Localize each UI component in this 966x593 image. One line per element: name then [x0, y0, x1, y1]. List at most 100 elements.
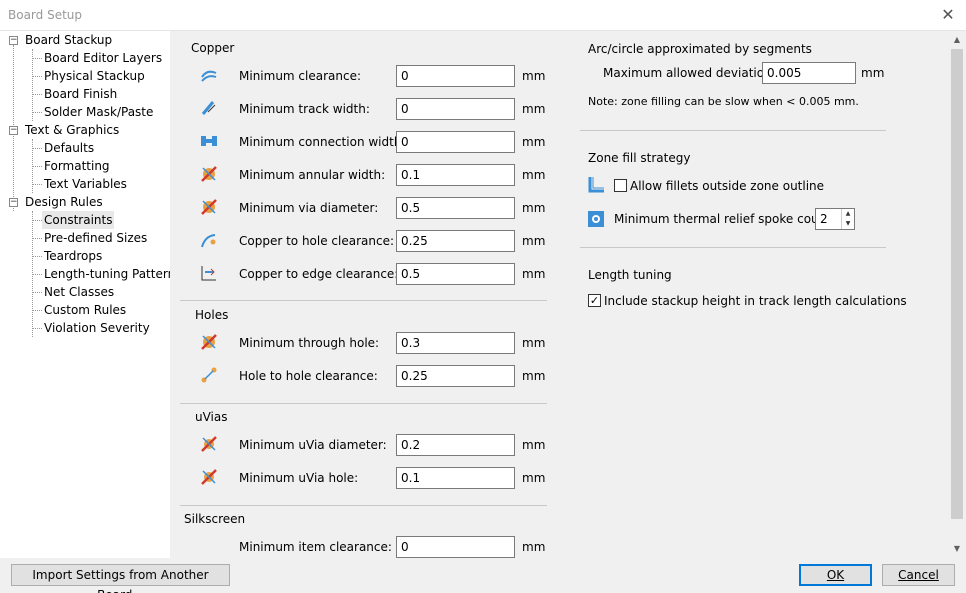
min-annular-width-unit: mm	[522, 168, 546, 182]
min-uvia-hole-unit: mm	[522, 471, 546, 485]
length-section-title: Length tuning	[588, 268, 672, 282]
tree-item-teardrops[interactable]: Teardrops	[44, 247, 102, 265]
uvia-hole-icon	[201, 469, 217, 485]
thermal-relief-icon	[588, 211, 604, 227]
scroll-down-icon[interactable]: ▼	[952, 544, 962, 554]
min-via-diameter-label: Minimum via diameter:	[239, 201, 379, 215]
tree-item-design-rules[interactable]: Design Rules	[25, 193, 103, 211]
holes-section-title: Holes	[195, 308, 229, 322]
tree-item-constraints[interactable]: Constraints	[42, 211, 115, 229]
tree-item-formatting[interactable]: Formatting	[44, 157, 110, 175]
hole-to-hole-unit: mm	[522, 369, 546, 383]
max-deviation-label: Maximum allowed deviation:	[603, 66, 776, 80]
copper-to-edge-input[interactable]: 0.5	[396, 263, 515, 285]
fillet-icon	[588, 177, 604, 193]
spin-up-icon[interactable]: ▲	[842, 209, 854, 219]
section-divider	[580, 247, 886, 248]
min-track-width-input[interactable]: 0	[396, 98, 515, 120]
include-stackup-label: Include stackup height in track length c…	[604, 294, 907, 308]
section-divider	[580, 130, 886, 131]
tree-item-text-variables[interactable]: Text Variables	[44, 175, 127, 193]
min-connection-width-input[interactable]: 0	[396, 131, 515, 153]
copper-to-edge-unit: mm	[522, 267, 546, 281]
min-uvia-diameter-input[interactable]: 0.2	[396, 434, 515, 456]
copper-to-hole-input[interactable]: 0.25	[396, 230, 515, 252]
tree-item-physical-stackup[interactable]: Physical Stackup	[44, 67, 145, 85]
annular-width-icon	[201, 166, 217, 182]
tree-item-board-stackup[interactable]: Board Stackup	[25, 31, 112, 49]
uvia-diameter-icon	[201, 436, 217, 452]
window-title: Board Setup	[8, 8, 83, 22]
via-diameter-icon	[201, 199, 217, 215]
clearance-icon	[201, 70, 217, 82]
min-clearance-input[interactable]: 0	[396, 65, 515, 87]
min-track-width-unit: mm	[522, 102, 546, 116]
hole-to-hole-icon	[201, 367, 217, 383]
tree-item-solder-mask-paste[interactable]: Solder Mask/Paste	[44, 103, 153, 121]
min-connection-width-label: Minimum connection width:	[239, 135, 406, 149]
include-stackup-checkbox[interactable]: ✓	[588, 294, 601, 307]
min-item-clearance-unit: mm	[522, 540, 546, 554]
section-divider	[180, 403, 547, 404]
spin-down-icon[interactable]: ▼	[842, 219, 854, 229]
copper-to-edge-label: Copper to edge clearance:	[239, 267, 399, 281]
copper-edge-clearance-icon	[201, 266, 216, 281]
min-uvia-hole-label: Minimum uVia hole:	[239, 471, 359, 485]
cancel-button[interactable]: Cancel	[882, 564, 955, 586]
min-clearance-unit: mm	[522, 69, 546, 83]
dialog-footer: Import Settings from Another Board... OK…	[0, 558, 966, 593]
settings-tree: − Board Stackup Board Editor Layers Phys…	[0, 31, 181, 558]
min-through-hole-unit: mm	[522, 336, 546, 350]
thermal-spoke-label: Minimum thermal relief spoke count:	[614, 212, 836, 226]
allow-fillets-checkbox[interactable]	[614, 179, 627, 192]
thermal-spoke-stepper[interactable]: 2 ▲ ▼	[815, 208, 855, 230]
scroll-up-icon[interactable]: ▲	[952, 35, 962, 45]
tree-item-board-editor-layers[interactable]: Board Editor Layers	[44, 49, 162, 67]
vertical-scrollbar[interactable]: ▲ ▼	[948, 31, 966, 558]
min-uvia-diameter-unit: mm	[522, 438, 546, 452]
tree-item-violation-severity[interactable]: Violation Severity	[44, 319, 150, 337]
min-uvia-hole-input[interactable]: 0.1	[396, 467, 515, 489]
scrollbar-thumb[interactable]	[951, 49, 963, 519]
copper-to-hole-label: Copper to hole clearance:	[239, 234, 395, 248]
min-clearance-label: Minimum clearance:	[239, 69, 362, 83]
min-through-hole-input[interactable]: 0.3	[396, 332, 515, 354]
thermal-spoke-value: 2	[820, 212, 828, 226]
hole-to-hole-label: Hole to hole clearance:	[239, 369, 378, 383]
arc-section-title: Arc/circle approximated by segments	[588, 42, 812, 56]
through-hole-icon	[201, 334, 217, 350]
max-deviation-input[interactable]: 0.005	[762, 62, 856, 84]
zone-section-title: Zone fill strategy	[588, 151, 691, 165]
collapse-icon[interactable]: −	[9, 126, 18, 135]
tree-item-text-graphics[interactable]: Text & Graphics	[25, 121, 119, 139]
min-annular-width-label: Minimum annular width:	[239, 168, 386, 182]
zone-fill-note: Note: zone filling can be slow when < 0.…	[588, 95, 859, 108]
copper-section-title: Copper	[191, 41, 235, 55]
section-divider	[180, 505, 547, 506]
min-via-diameter-unit: mm	[522, 201, 546, 215]
ok-button[interactable]: OK	[799, 564, 872, 586]
hole-to-hole-input[interactable]: 0.25	[396, 365, 515, 387]
connection-width-icon	[201, 136, 217, 146]
min-via-diameter-input[interactable]: 0.5	[396, 197, 515, 219]
close-icon[interactable]: ✕	[936, 4, 960, 26]
tree-item-predefined-sizes[interactable]: Pre-defined Sizes	[44, 229, 147, 247]
tree-item-defaults[interactable]: Defaults	[44, 139, 94, 157]
tree-item-board-finish[interactable]: Board Finish	[44, 85, 117, 103]
collapse-icon[interactable]: −	[9, 36, 18, 45]
tree-item-custom-rules[interactable]: Custom Rules	[44, 301, 126, 319]
collapse-icon[interactable]: −	[9, 198, 18, 207]
uvias-section-title: uVias	[195, 410, 228, 424]
tree-item-net-classes[interactable]: Net Classes	[44, 283, 114, 301]
copper-to-hole-unit: mm	[522, 234, 546, 248]
tree-item-length-tuning-patterns[interactable]: Length-tuning Patterns	[44, 265, 181, 283]
title-bar: Board Setup ✕	[0, 0, 966, 31]
min-track-width-label: Minimum track width:	[239, 102, 370, 116]
min-through-hole-label: Minimum through hole:	[239, 336, 380, 350]
min-item-clearance-input[interactable]: 0	[396, 536, 515, 558]
min-item-clearance-label: Minimum item clearance:	[239, 540, 392, 554]
constraints-panel: Copper Minimum clearance: 0 mm Minimum t…	[170, 31, 950, 558]
min-annular-width-input[interactable]: 0.1	[396, 164, 515, 186]
min-uvia-diameter-label: Minimum uVia diameter:	[239, 438, 387, 452]
import-settings-button[interactable]: Import Settings from Another Board...	[11, 564, 230, 593]
